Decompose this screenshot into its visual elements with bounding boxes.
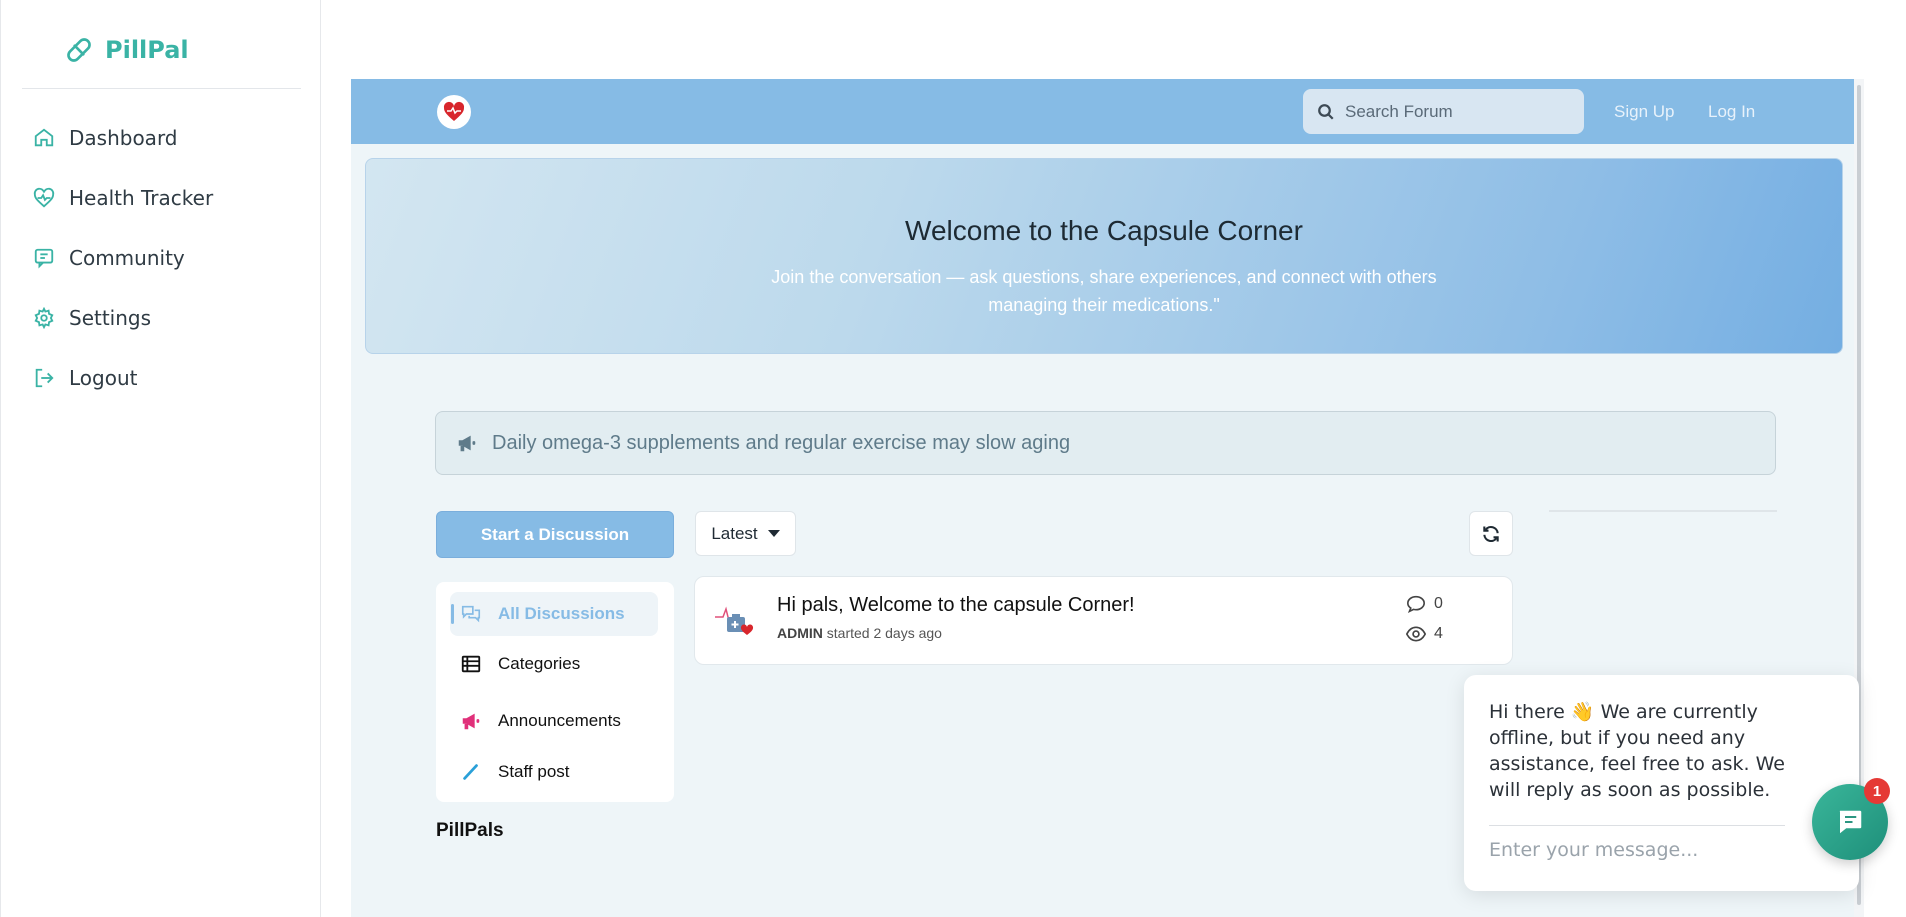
hero-title: Welcome to the Capsule Corner	[905, 215, 1303, 246]
sidebar-divider	[1549, 510, 1777, 512]
start-discussion-button[interactable]: Start a Discussion	[436, 511, 674, 558]
category-label: Categories	[498, 654, 581, 673]
sidebar-item-health-tracker[interactable]: Health Tracker	[33, 168, 213, 228]
brand[interactable]: PillPal	[63, 34, 189, 66]
heart-pulse-icon	[33, 187, 55, 208]
sidebar-nav: Dashboard Health Tracker Community Setti…	[33, 108, 213, 408]
chat-popup: Hi there 👋 We are currently offline, but…	[1464, 675, 1859, 891]
sidebar-item-label: Logout	[69, 366, 138, 390]
forum-header: Sign Up Log In	[351, 79, 1864, 144]
sidebar-item-label: Health Tracker	[69, 186, 214, 210]
discussions-icon	[461, 605, 481, 623]
category-label: All Discussions	[498, 604, 625, 623]
logout-icon	[35, 368, 54, 388]
sidebar-item-label: Community	[69, 246, 185, 270]
announcement-text: Daily omega-3 supplements and regular ex…	[492, 431, 1071, 454]
sidebar-item-community[interactable]: Community	[33, 228, 213, 288]
discussion-started: started 2 days ago	[826, 625, 942, 641]
category-announcements[interactable]: Announcements	[450, 699, 658, 743]
view-count: 4	[1406, 625, 1443, 643]
reply-count: 0	[1406, 595, 1443, 613]
welcome-hero: Welcome to the Capsule Corner Join the c…	[365, 158, 1843, 354]
pill-icon	[67, 38, 91, 62]
announcement-banner: Daily omega-3 supplements and regular ex…	[435, 411, 1776, 475]
sidebar-item-label: Dashboard	[69, 126, 178, 150]
forum-logo[interactable]	[437, 95, 471, 129]
sort-label: Latest	[711, 523, 758, 543]
sidebar-item-logout[interactable]: Logout	[33, 348, 213, 408]
refresh-icon	[1483, 525, 1499, 542]
hero-subtitle: Join the conversation — ask questions, s…	[771, 267, 1437, 315]
sidebar-item-label: Settings	[69, 306, 152, 330]
brand-name: PillPal	[105, 36, 189, 64]
gear-icon	[34, 307, 54, 329]
chat-offline-message: Hi there 👋 We are currently offline, but…	[1489, 701, 1785, 801]
megaphone-icon	[462, 713, 480, 730]
log-in-link[interactable]: Log In	[1708, 102, 1755, 122]
chat-unread-badge: 1	[1864, 778, 1890, 804]
chat-bubble-icon	[1839, 810, 1862, 834]
category-label: Staff post	[498, 762, 570, 781]
reply-count-value: 0	[1434, 595, 1443, 612]
home-icon	[34, 128, 54, 147]
chat-message-input[interactable]	[1489, 839, 1789, 861]
megaphone-icon	[458, 435, 476, 452]
eye-icon	[1406, 626, 1426, 642]
category-panel: All Discussions Categories Announcements…	[436, 582, 674, 802]
category-label: Announcements	[498, 711, 621, 730]
group-title: PillPals	[436, 820, 504, 841]
sidebar-item-dashboard[interactable]: Dashboard	[33, 108, 213, 168]
search-icon	[1318, 103, 1334, 120]
comment-icon	[1406, 595, 1426, 613]
app-sidebar: PillPal Dashboard Health Tracker Communi…	[0, 0, 321, 917]
list-icon	[461, 655, 481, 673]
pencil-icon	[463, 764, 478, 780]
chat-divider	[1489, 825, 1785, 826]
search-input[interactable]	[1345, 101, 1565, 122]
heart-logo-icon	[443, 101, 465, 121]
chat-icon	[34, 248, 54, 269]
discussion-meta: ADMIN started 2 days ago	[777, 625, 942, 641]
discussion-item[interactable]: Hi pals, Welcome to the capsule Corner! …	[694, 576, 1513, 665]
discussion-author[interactable]: ADMIN	[777, 625, 823, 641]
caret-down-icon	[767, 529, 780, 537]
discussion-title[interactable]: Hi pals, Welcome to the capsule Corner!	[777, 594, 1135, 617]
search-bar[interactable]	[1303, 89, 1584, 134]
category-all-discussions[interactable]: All Discussions	[450, 592, 658, 636]
refresh-button[interactable]	[1469, 511, 1513, 556]
sidebar-item-settings[interactable]: Settings	[33, 288, 213, 348]
sidebar-divider	[22, 88, 301, 89]
sort-dropdown[interactable]: Latest	[695, 511, 796, 556]
view-count-value: 4	[1434, 625, 1443, 642]
category-categories[interactable]: Categories	[450, 642, 658, 686]
discussion-avatar-icon	[715, 606, 754, 635]
sign-up-link[interactable]: Sign Up	[1614, 102, 1674, 122]
category-staff-post[interactable]: Staff post	[450, 750, 658, 794]
